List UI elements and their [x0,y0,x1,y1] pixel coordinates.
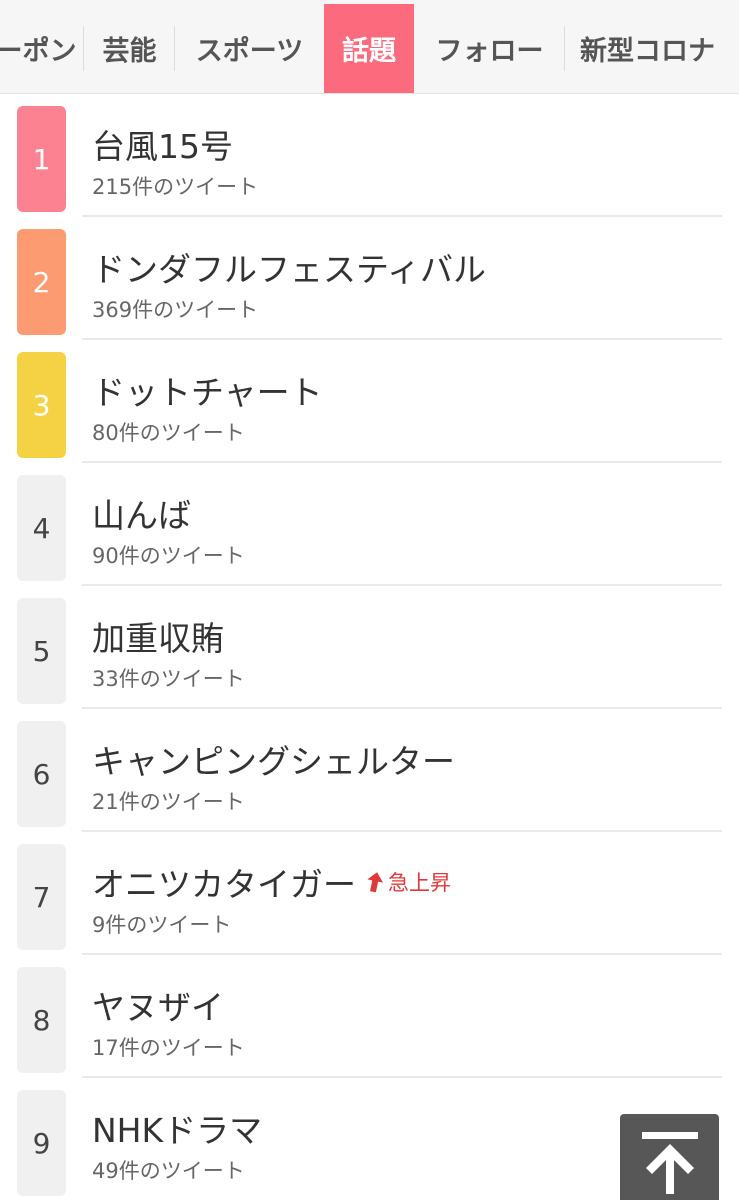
tab-label: スポーツ [195,36,304,67]
trend-title: キャンピングシェルター [92,742,455,781]
tweet-count: 49件のツイート [92,1159,245,1183]
tab-coupon[interactable]: ーポン [0,4,84,93]
tab-sports[interactable]: スポーツ [175,4,324,93]
tab-topics[interactable]: 話題 [324,4,414,93]
rank-badge: 3 [17,352,66,458]
trend-title: ヤヌザイ [92,988,224,1027]
category-tab-bar: ーポン 芸能 スポーツ 話題 フォロー 新型コロナ [0,0,739,94]
rank-badge: 8 [17,967,66,1073]
tweet-count: 80件のツイート [92,421,245,445]
ranking-item[interactable]: 4 山んば 90件のツイート [0,463,739,586]
trend-title: オニツカタイガー 急上昇 [92,865,451,904]
trend-title: 加重収賄 [92,619,224,658]
tweet-count: 33件のツイート [92,667,245,691]
tweet-count: 9件のツイート [92,913,232,937]
tab-label: ーポン [0,36,77,67]
tweet-count: 215件のツイート [92,175,259,199]
arrow-up-icon [367,872,384,893]
back-to-top-button[interactable] [620,1114,719,1200]
rank-badge: 5 [17,598,66,704]
ranking-item[interactable]: 8 ヤヌザイ 17件のツイート [0,955,739,1078]
tweet-count: 369件のツイート [92,298,259,322]
tab-label: 話題 [342,36,396,67]
ranking-item[interactable]: 6 キャンピングシェルター 21件のツイート [0,709,739,832]
rank-badge: 7 [17,844,66,950]
page: ーポン 芸能 スポーツ 話題 フォロー 新型コロナ 1 台風15号 215件のツ… [0,0,739,1200]
tab-label: 新型コロナ [580,36,715,67]
ranking-item[interactable]: 3 ドットチャート 80件のツイート [0,340,739,463]
tab-entertainment[interactable]: 芸能 [84,4,175,93]
tab-label: 芸能 [102,36,157,67]
ranking-item[interactable]: 2 ドンダフルフェスティバル 369件のツイート [0,217,739,340]
ranking-item[interactable]: 7 オニツカタイガー 急上昇 9件のツイート [0,832,739,955]
tweet-count: 90件のツイート [92,544,245,568]
surge-label: 急上昇 [388,871,451,895]
trend-title: 山んば [92,496,191,535]
trend-title: NHKドラマ [92,1111,263,1150]
trend-title: ドンダフルフェスティバル [92,250,487,289]
rank-badge: 4 [17,475,66,581]
rank-badge: 2 [17,229,66,335]
arrow-to-top-icon [641,1132,698,1194]
ranking-item[interactable]: 5 加重収賄 33件のツイート [0,586,739,709]
tweet-count: 17件のツイート [92,1036,245,1060]
ranking-item[interactable]: 1 台風15号 215件のツイート [0,94,739,217]
tab-covid[interactable]: 新型コロナ [565,4,739,93]
trend-title: 台風15号 [92,127,233,166]
tab-label: フォロー [435,36,544,67]
rank-badge: 1 [17,106,66,212]
tweet-count: 21件のツイート [92,790,245,814]
tab-follow[interactable]: フォロー [414,4,565,93]
trend-title: ドットチャート [92,373,323,412]
rank-badge: 6 [17,721,66,827]
surge-badge: 急上昇 [366,867,451,897]
rank-badge: 9 [17,1090,66,1196]
trend-ranking-list: 1 台風15号 215件のツイート 2 ドンダフルフェスティバル 369件のツイ… [0,94,739,1200]
